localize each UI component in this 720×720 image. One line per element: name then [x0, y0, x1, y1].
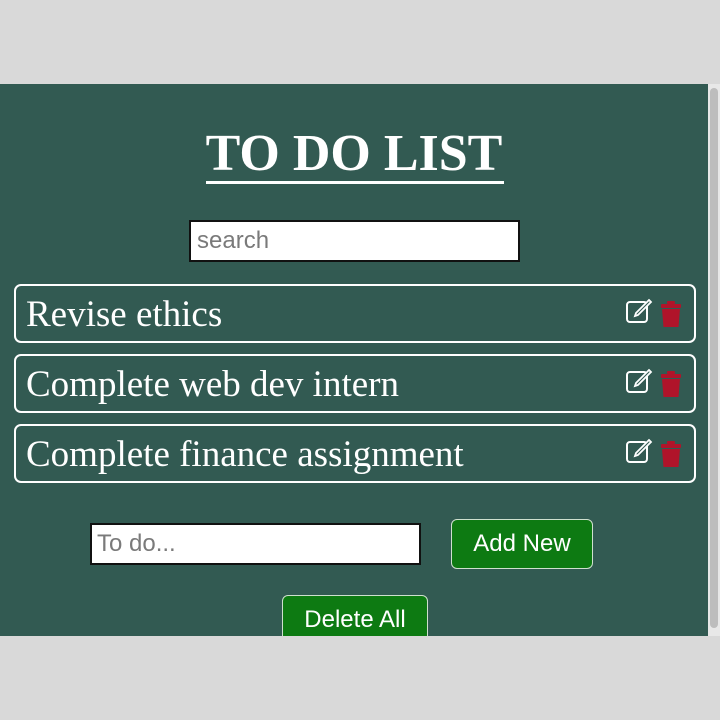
todo-item-text: Complete finance assignment: [26, 434, 464, 475]
search-input[interactable]: [189, 220, 520, 262]
todo-item: Revise ethics: [14, 284, 696, 343]
todo-list: Revise ethics Complete web dev intern Co…: [14, 284, 696, 494]
todo-item: Complete web dev intern: [14, 354, 696, 413]
todo-app: TO DO LIST Revise ethics Complete web de…: [0, 84, 708, 636]
trash-icon[interactable]: [660, 370, 682, 398]
new-todo-input[interactable]: [90, 523, 421, 565]
title-underline: [206, 181, 504, 184]
trash-icon[interactable]: [660, 440, 682, 468]
edit-icon[interactable]: [625, 296, 653, 324]
add-new-button[interactable]: Add New: [451, 519, 593, 569]
todo-item: Complete finance assignment: [14, 424, 696, 483]
delete-all-button[interactable]: Delete All: [282, 595, 428, 636]
scrollbar[interactable]: [708, 84, 720, 636]
page-title: TO DO LIST: [205, 125, 503, 182]
edit-icon[interactable]: [625, 366, 653, 394]
trash-icon[interactable]: [660, 300, 682, 328]
todo-item-text: Revise ethics: [26, 294, 223, 335]
scrollbar-thumb[interactable]: [710, 88, 718, 628]
edit-icon[interactable]: [625, 436, 653, 464]
todo-item-text: Complete web dev intern: [26, 364, 399, 405]
